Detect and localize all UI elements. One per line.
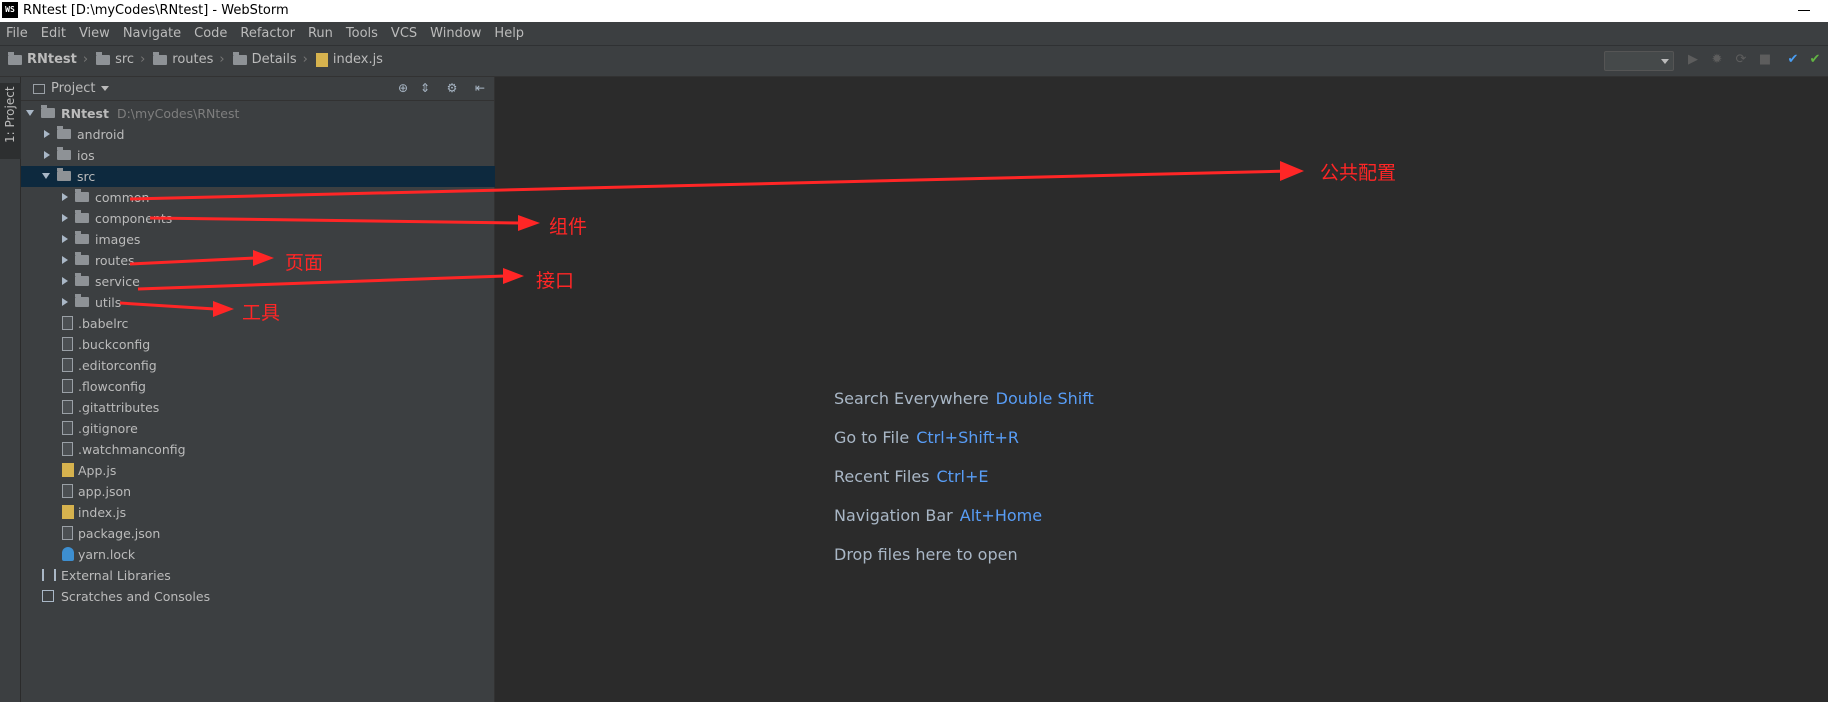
annotation-arrow-common [129, 169, 1291, 201]
arrowhead-icon [518, 215, 540, 231]
annotation-components: 组件 [549, 216, 588, 238]
annotation-arrow-routes [129, 256, 256, 266]
arrowhead-icon [1280, 161, 1304, 181]
arrowhead-icon [253, 250, 274, 266]
annotation-service: 接口 [536, 270, 575, 292]
annotation-utils: 工具 [242, 302, 281, 324]
arrowhead-icon [503, 268, 524, 284]
annotation-routes: 页面 [285, 252, 324, 274]
arrowhead-icon [213, 301, 234, 317]
annotation-arrows [119, 161, 1304, 317]
annotation-common: 公共配置 [1320, 162, 1397, 184]
annotation-arrow-components [149, 216, 521, 225]
annotation-arrow-utils [119, 301, 216, 311]
annotation-arrow-service [137, 274, 506, 291]
